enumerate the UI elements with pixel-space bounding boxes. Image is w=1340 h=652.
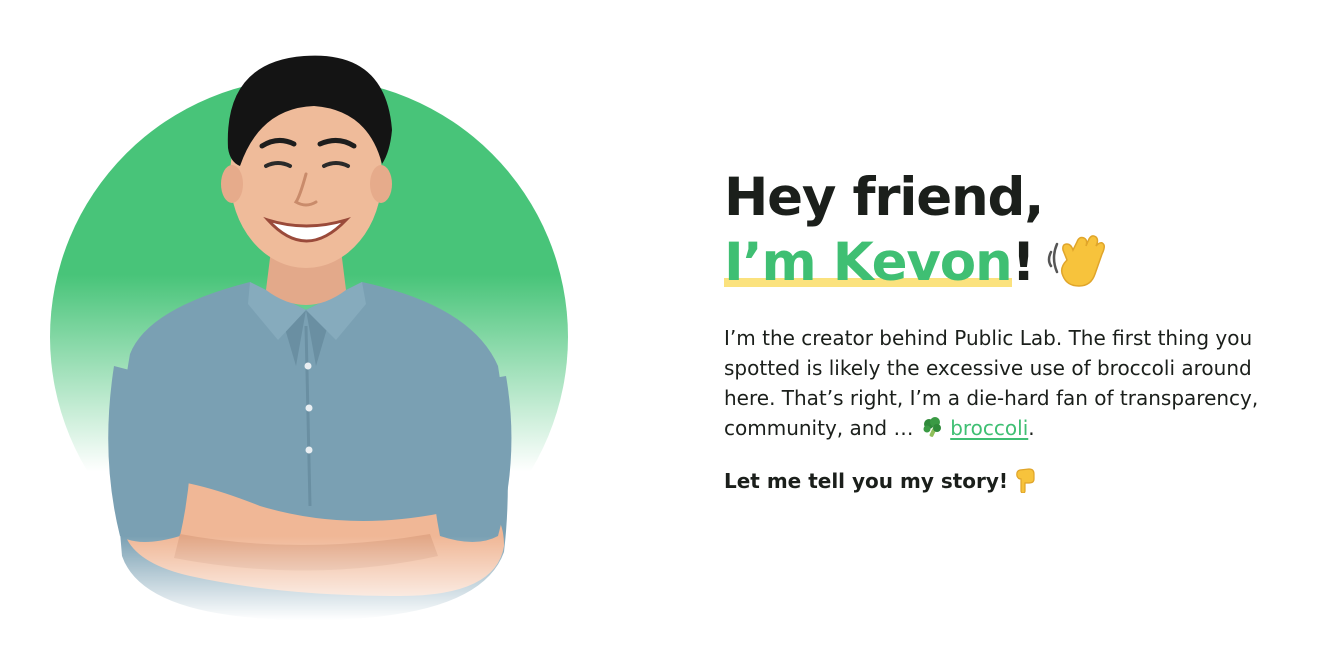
bio-paragraph: I’m the creator behind Public Lab. The f… <box>724 323 1272 443</box>
waving-hand-icon <box>1047 235 1105 287</box>
story-cta: Let me tell you my story! <box>724 467 1284 495</box>
portrait-photo <box>100 55 520 620</box>
headline-name-line: I’m Kevon! <box>724 230 1284 295</box>
broccoli-link[interactable]: broccoli <box>950 416 1028 440</box>
bio-period: . <box>1028 416 1035 440</box>
story-cta-label: Let me tell you my story! <box>724 469 1009 493</box>
headline-exclamation: ! <box>1011 232 1036 293</box>
broccoli-icon <box>923 417 941 437</box>
page-headline: Hey friend, I’m Kevon! <box>724 166 1284 295</box>
pointing-down-icon <box>1016 468 1035 493</box>
name-highlight: I’m Kevon <box>724 232 1013 293</box>
intro-section: Hey friend, I’m Kevon! I’m the creator b… <box>724 166 1284 495</box>
headline-greeting: Hey friend, <box>724 167 1044 228</box>
hero-visual <box>40 30 580 620</box>
